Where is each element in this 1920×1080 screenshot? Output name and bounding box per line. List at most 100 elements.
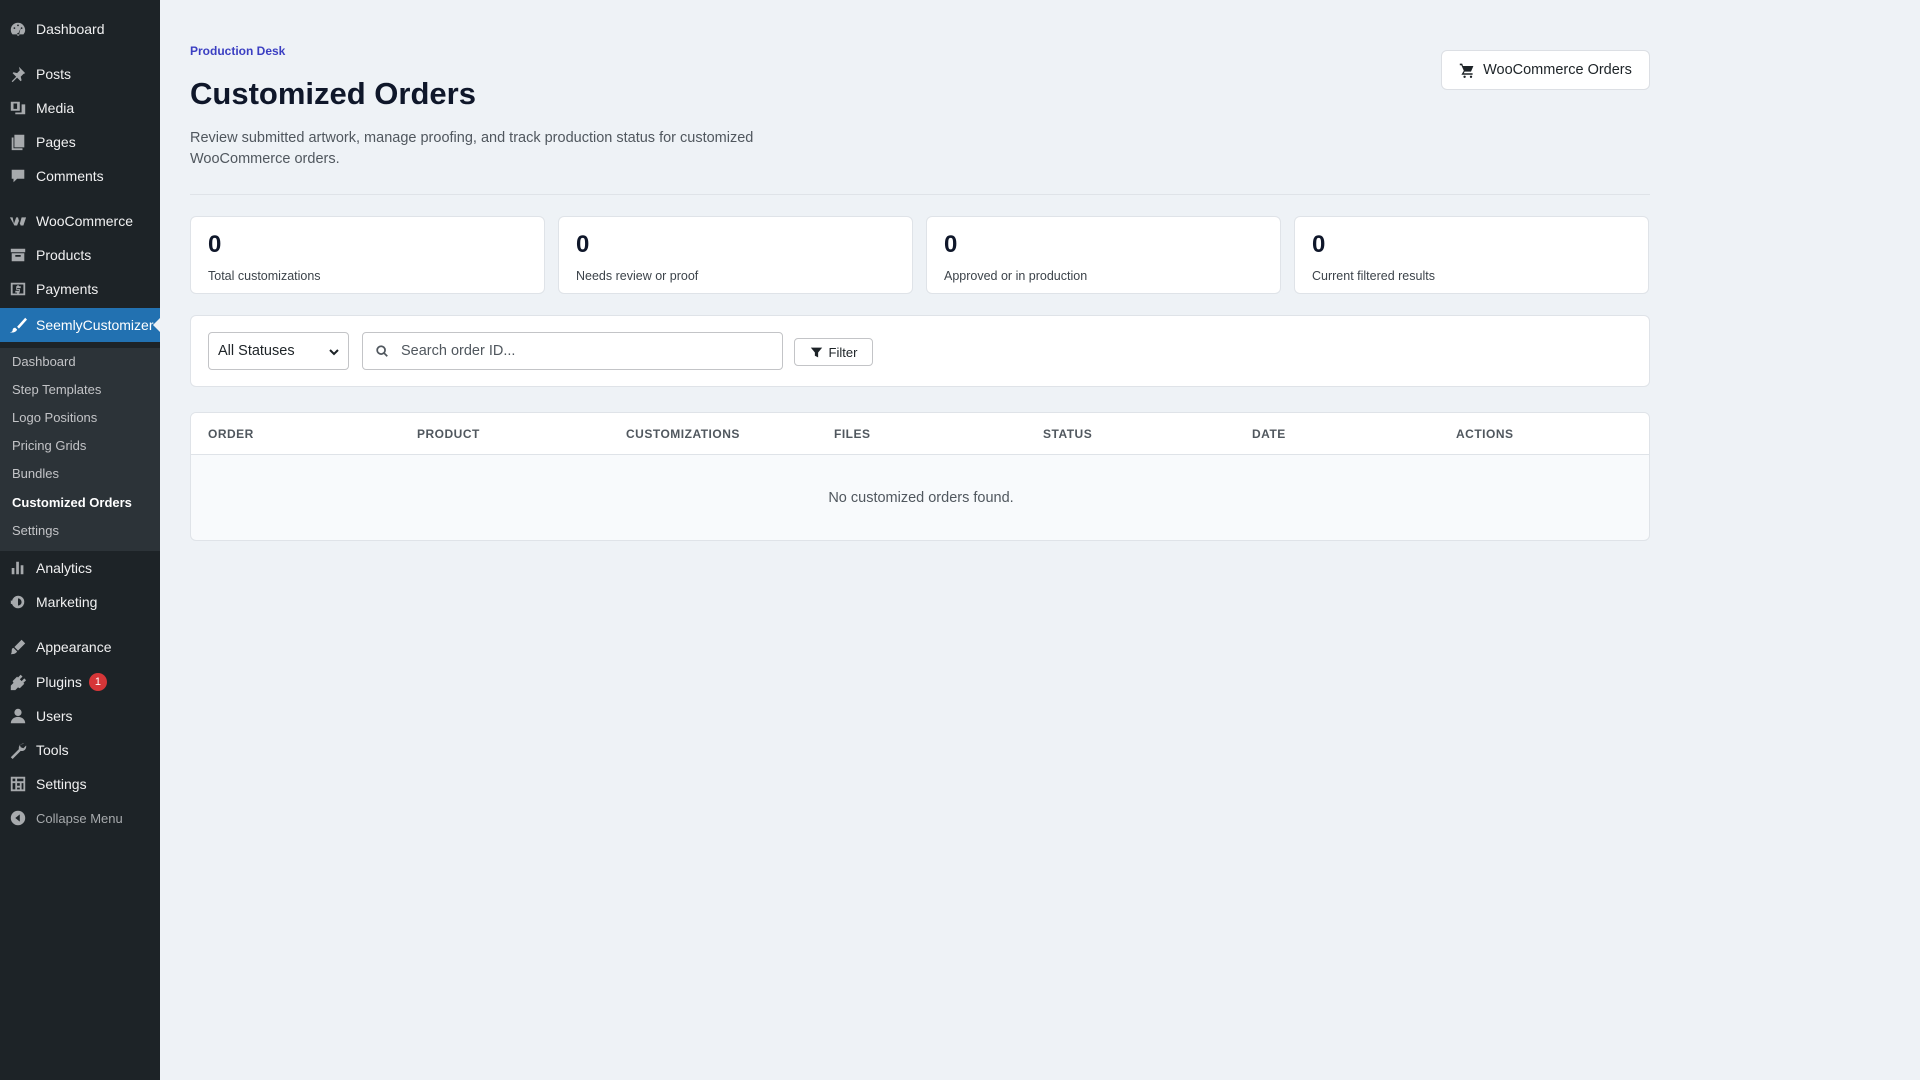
menu-item-dashboard[interactable]: Dashboard — [0, 12, 160, 46]
stat-card-filtered: 0 Current filtered results — [1294, 216, 1649, 294]
menu-label: Comments — [36, 168, 104, 184]
chevron-down-icon — [329, 349, 339, 356]
dollar-icon — [8, 279, 28, 299]
stat-label: Current filtered results — [1312, 269, 1435, 283]
menu-item-payments[interactable]: Payments — [0, 272, 160, 306]
submenu-item-logo-positions[interactable]: Logo Positions — [12, 410, 97, 425]
menu-item-plugins[interactable]: Plugins 1 — [0, 665, 160, 699]
admin-sidebar: Dashboard Posts Media Pages Comments Woo… — [0, 0, 161, 1080]
stat-card-total: 0 Total customizations — [190, 216, 545, 294]
bar-chart-icon — [8, 558, 28, 578]
submenu-item-step-templates[interactable]: Step Templates — [12, 382, 101, 397]
menu-label: Pages — [36, 134, 76, 150]
orders-table: ORDER PRODUCT CUSTOMIZATIONS FILES STATU… — [190, 412, 1650, 541]
comment-icon — [8, 166, 28, 186]
pages-icon — [8, 132, 28, 152]
menu-label: Appearance — [36, 639, 112, 655]
filter-button-label: Filter — [828, 344, 858, 360]
stat-value: 0 — [1312, 231, 1326, 258]
woocommerce-orders-button[interactable]: WooCommerce Orders — [1441, 50, 1650, 90]
menu-label: Collapse Menu — [36, 810, 123, 826]
search-input[interactable] — [401, 343, 761, 359]
menu-label: Analytics — [36, 560, 93, 576]
column-header-files[interactable]: FILES — [834, 427, 871, 441]
column-header-date[interactable]: DATE — [1252, 427, 1286, 441]
stat-value: 0 — [576, 231, 590, 258]
column-header-product[interactable]: PRODUCT — [417, 427, 480, 441]
submenu-item-bundles[interactable]: Bundles — [12, 466, 59, 481]
submenu-item-pricing-grids[interactable]: Pricing Grids — [12, 438, 86, 453]
submenu-item-settings[interactable]: Settings — [12, 523, 59, 538]
menu-label: Products — [36, 247, 92, 263]
dashboard-icon — [8, 19, 28, 39]
collapse-icon — [8, 808, 28, 828]
menu-item-media[interactable]: Media — [0, 91, 160, 125]
stat-label: Needs review or proof — [576, 269, 699, 283]
menu-label: Marketing — [36, 594, 98, 610]
brush-icon — [8, 315, 28, 335]
table-header: ORDER PRODUCT CUSTOMIZATIONS FILES STATU… — [191, 413, 1649, 455]
status-select[interactable]: All Statuses — [208, 332, 349, 370]
menu-item-appearance[interactable]: Appearance — [0, 630, 160, 664]
filter-bar: All Statuses Filter — [190, 315, 1650, 387]
column-header-customizations[interactable]: CUSTOMIZATIONS — [626, 427, 740, 441]
menu-item-pages[interactable]: Pages — [0, 125, 160, 159]
menu-item-woocommerce[interactable]: WooCommerce — [0, 204, 160, 238]
menu-label: Settings — [36, 776, 87, 792]
header-divider — [190, 194, 1650, 195]
menu-label: Users — [36, 708, 73, 724]
page-description: Review submitted artwork, manage proofin… — [190, 130, 754, 167]
page-eyebrow: Production Desk — [190, 44, 286, 58]
menu-item-seemlycustomizer[interactable]: SeemlyCustomizer — [0, 308, 161, 342]
funnel-icon — [810, 347, 822, 357]
pin-icon — [8, 64, 28, 84]
stat-card-needs-review: 0 Needs review or proof — [558, 216, 913, 294]
archive-icon — [8, 245, 28, 265]
menu-label: Dashboard — [36, 21, 105, 37]
stat-value: 0 — [944, 231, 958, 258]
search-box[interactable] — [362, 332, 783, 370]
media-icon — [8, 98, 28, 118]
menu-label: WooCommerce — [36, 213, 133, 229]
collapse-menu-button[interactable]: Collapse Menu — [0, 801, 160, 835]
menu-item-marketing[interactable]: Marketing — [0, 585, 160, 619]
empty-state-message: No customized orders found. — [828, 490, 1014, 506]
menu-item-comments[interactable]: Comments — [0, 159, 160, 193]
megaphone-icon — [8, 592, 28, 612]
woo-icon — [8, 211, 28, 231]
column-header-status[interactable]: STATUS — [1043, 427, 1092, 441]
update-count-badge: 1 — [88, 673, 107, 691]
menu-label: Plugins — [36, 674, 82, 690]
stat-label: Total customizations — [208, 269, 321, 283]
column-header-order[interactable]: ORDER — [208, 427, 254, 441]
menu-item-posts[interactable]: Posts — [0, 57, 160, 91]
page-title: Customized Orders — [190, 76, 476, 111]
menu-label: Payments — [36, 281, 99, 297]
paintbrush-icon — [8, 637, 28, 657]
menu-item-tools[interactable]: Tools — [0, 733, 160, 767]
wrench-icon — [8, 740, 28, 760]
seemlycustomizer-submenu: Dashboard Step Templates Logo Positions … — [0, 348, 160, 551]
submenu-item-dashboard[interactable]: Dashboard — [12, 354, 76, 369]
submenu-item-customized-orders[interactable]: Customized Orders — [12, 495, 132, 510]
filter-button[interactable]: Filter — [794, 338, 873, 366]
status-select-value: All Statuses — [218, 343, 295, 359]
search-icon — [376, 345, 388, 357]
user-icon — [8, 706, 28, 726]
menu-item-users[interactable]: Users — [0, 699, 160, 733]
menu-label: Posts — [36, 66, 72, 82]
stat-label: Approved or in production — [944, 269, 1088, 283]
stat-value: 0 — [208, 231, 222, 258]
menu-item-settings[interactable]: Settings — [0, 767, 160, 801]
plugin-icon — [8, 672, 28, 692]
menu-label: Tools — [36, 742, 69, 758]
menu-item-analytics[interactable]: Analytics — [0, 551, 160, 585]
column-header-actions[interactable]: ACTIONS — [1456, 427, 1514, 441]
stat-card-approved: 0 Approved or in production — [926, 216, 1281, 294]
cart-icon — [1459, 63, 1474, 78]
woocommerce-orders-label: WooCommerce Orders — [1483, 62, 1632, 78]
menu-label: Media — [36, 100, 75, 116]
menu-item-products[interactable]: Products — [0, 238, 160, 272]
menu-label: SeemlyCustomizer — [36, 317, 154, 333]
settings-icon — [8, 774, 28, 794]
